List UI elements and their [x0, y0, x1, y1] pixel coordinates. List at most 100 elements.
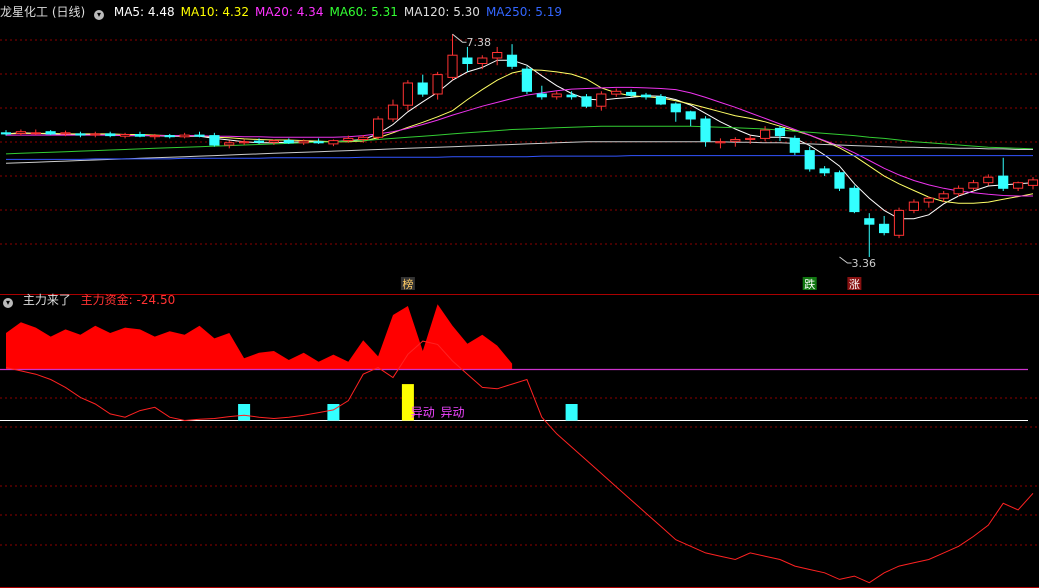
signal-marker: 涨 — [849, 278, 860, 291]
candle-body — [804, 150, 815, 170]
indicator-chevron-icon[interactable]: ▾ — [3, 298, 13, 308]
candle-body — [298, 140, 309, 144]
ma-legend-item: MA5: 4.48 — [113, 5, 175, 19]
candle-body — [983, 176, 994, 184]
ma-line-ma5 — [5, 59, 1034, 220]
candle-body — [134, 134, 146, 137]
high-annotation: 7.38 — [467, 36, 492, 49]
candle-body — [789, 137, 800, 153]
candle-body — [90, 133, 101, 136]
candle-body — [849, 187, 860, 213]
candle-body — [566, 94, 577, 98]
candle-body — [268, 140, 279, 143]
candle-body — [730, 139, 741, 142]
candle-body — [60, 132, 71, 135]
anomaly-label: 异动 — [411, 406, 435, 420]
candle-body — [908, 201, 919, 211]
candle-body — [1027, 179, 1039, 186]
candle-body — [164, 135, 175, 138]
anomaly-label: 异动 — [440, 406, 464, 420]
candle-body — [75, 133, 86, 136]
candle-body — [224, 142, 235, 146]
candle-body — [45, 131, 56, 135]
candle-body — [15, 131, 26, 134]
indicator-panel: 异动 异动 — [0, 304, 1034, 584]
ma-legend-item: MA120: 5.30 — [403, 5, 480, 19]
grid — [0, 39, 1039, 588]
candle-body — [715, 141, 726, 144]
candle-body — [417, 82, 428, 95]
high-pointer — [452, 33, 467, 43]
candle-body — [358, 136, 369, 141]
candle-body — [670, 103, 681, 113]
candle-body — [194, 134, 205, 137]
candle-body — [640, 94, 652, 98]
candle-body — [596, 93, 607, 107]
fund-line — [5, 340, 1034, 584]
stock-chart-window: 7.38 3.36 榜跌涨 异动 异动 龙星化工 (日线) ▾ MA5: 4.48 MA… — [0, 0, 1039, 588]
signal-bar — [327, 404, 340, 421]
candle-body — [745, 137, 756, 140]
candle-body — [402, 82, 413, 106]
ma-legend-item: MA20: 4.34 — [255, 5, 324, 19]
candle-body — [521, 68, 532, 92]
candle-body — [1013, 182, 1024, 189]
main-header: 龙星化工 (日线) ▾ MA5: 4.48 MA10: 4.32 MA20: 4.3… — [0, 2, 574, 22]
indicator-header: ▾ 主力来了 主力资金: -24.50 — [0, 290, 181, 310]
candle-body — [506, 54, 518, 67]
ma-legend-item: MA60: 5.31 — [329, 5, 398, 19]
low-annotation: 3.36 — [852, 257, 877, 270]
candle-body — [387, 104, 399, 120]
candle-body — [938, 193, 949, 199]
candle-body — [655, 96, 666, 105]
low-pointer — [839, 256, 852, 264]
signal-marker: 跌 — [804, 277, 815, 291]
candle-body — [462, 57, 473, 64]
candle-body — [536, 93, 547, 98]
candle-body — [343, 137, 354, 142]
ma-line-ma120 — [5, 141, 1033, 164]
candle-body — [551, 93, 562, 98]
candle-body — [864, 218, 875, 225]
candle-body — [774, 127, 786, 137]
candle-body — [432, 74, 443, 95]
ma-line-ma10 — [5, 69, 1034, 204]
candle-body — [893, 209, 905, 236]
candle-body — [923, 197, 934, 203]
candle-body — [209, 135, 220, 146]
ma-legend-item: MA10: 4.32 — [180, 5, 250, 19]
candle-body — [0, 132, 12, 135]
candle-body — [611, 90, 622, 95]
stock-title: 龙星化工 (日线) — [0, 5, 86, 19]
candle-body — [626, 91, 637, 96]
candle-body — [834, 172, 845, 189]
ma-legend: MA5: 4.48 MA10: 4.32 MA20: 4.34 MA60: 5.31 M… — [114, 5, 568, 19]
moving-average-lines — [5, 59, 1034, 220]
candle-body — [998, 175, 1009, 189]
indicator-title: 主力来了 — [22, 293, 71, 307]
candle-body — [760, 129, 771, 139]
ma-line-ma60 — [5, 125, 1034, 155]
candle-body — [179, 134, 190, 138]
candle-body — [953, 187, 964, 195]
candle-body — [492, 52, 503, 59]
candle-body — [105, 133, 116, 137]
candle-body — [328, 140, 339, 145]
candle-body — [968, 182, 979, 189]
ma-legend-item: MA250: 5.19 — [485, 5, 562, 19]
candle-body — [239, 141, 250, 144]
candle-body — [685, 111, 696, 120]
candle-body — [819, 168, 830, 174]
candle-body — [149, 135, 160, 138]
candle-body — [253, 140, 265, 143]
candle-body — [313, 141, 324, 144]
candle-body — [447, 54, 458, 78]
settings-chevron-icon[interactable]: ▾ — [94, 10, 105, 20]
indicator-value: 主力资金: -24.50 — [80, 293, 176, 307]
candle-body — [879, 223, 890, 234]
signal-bar — [565, 404, 578, 421]
candle-body — [477, 57, 488, 64]
candle-body — [30, 132, 41, 135]
signal-marker: 榜 — [402, 277, 413, 291]
candles — [0, 34, 1039, 257]
